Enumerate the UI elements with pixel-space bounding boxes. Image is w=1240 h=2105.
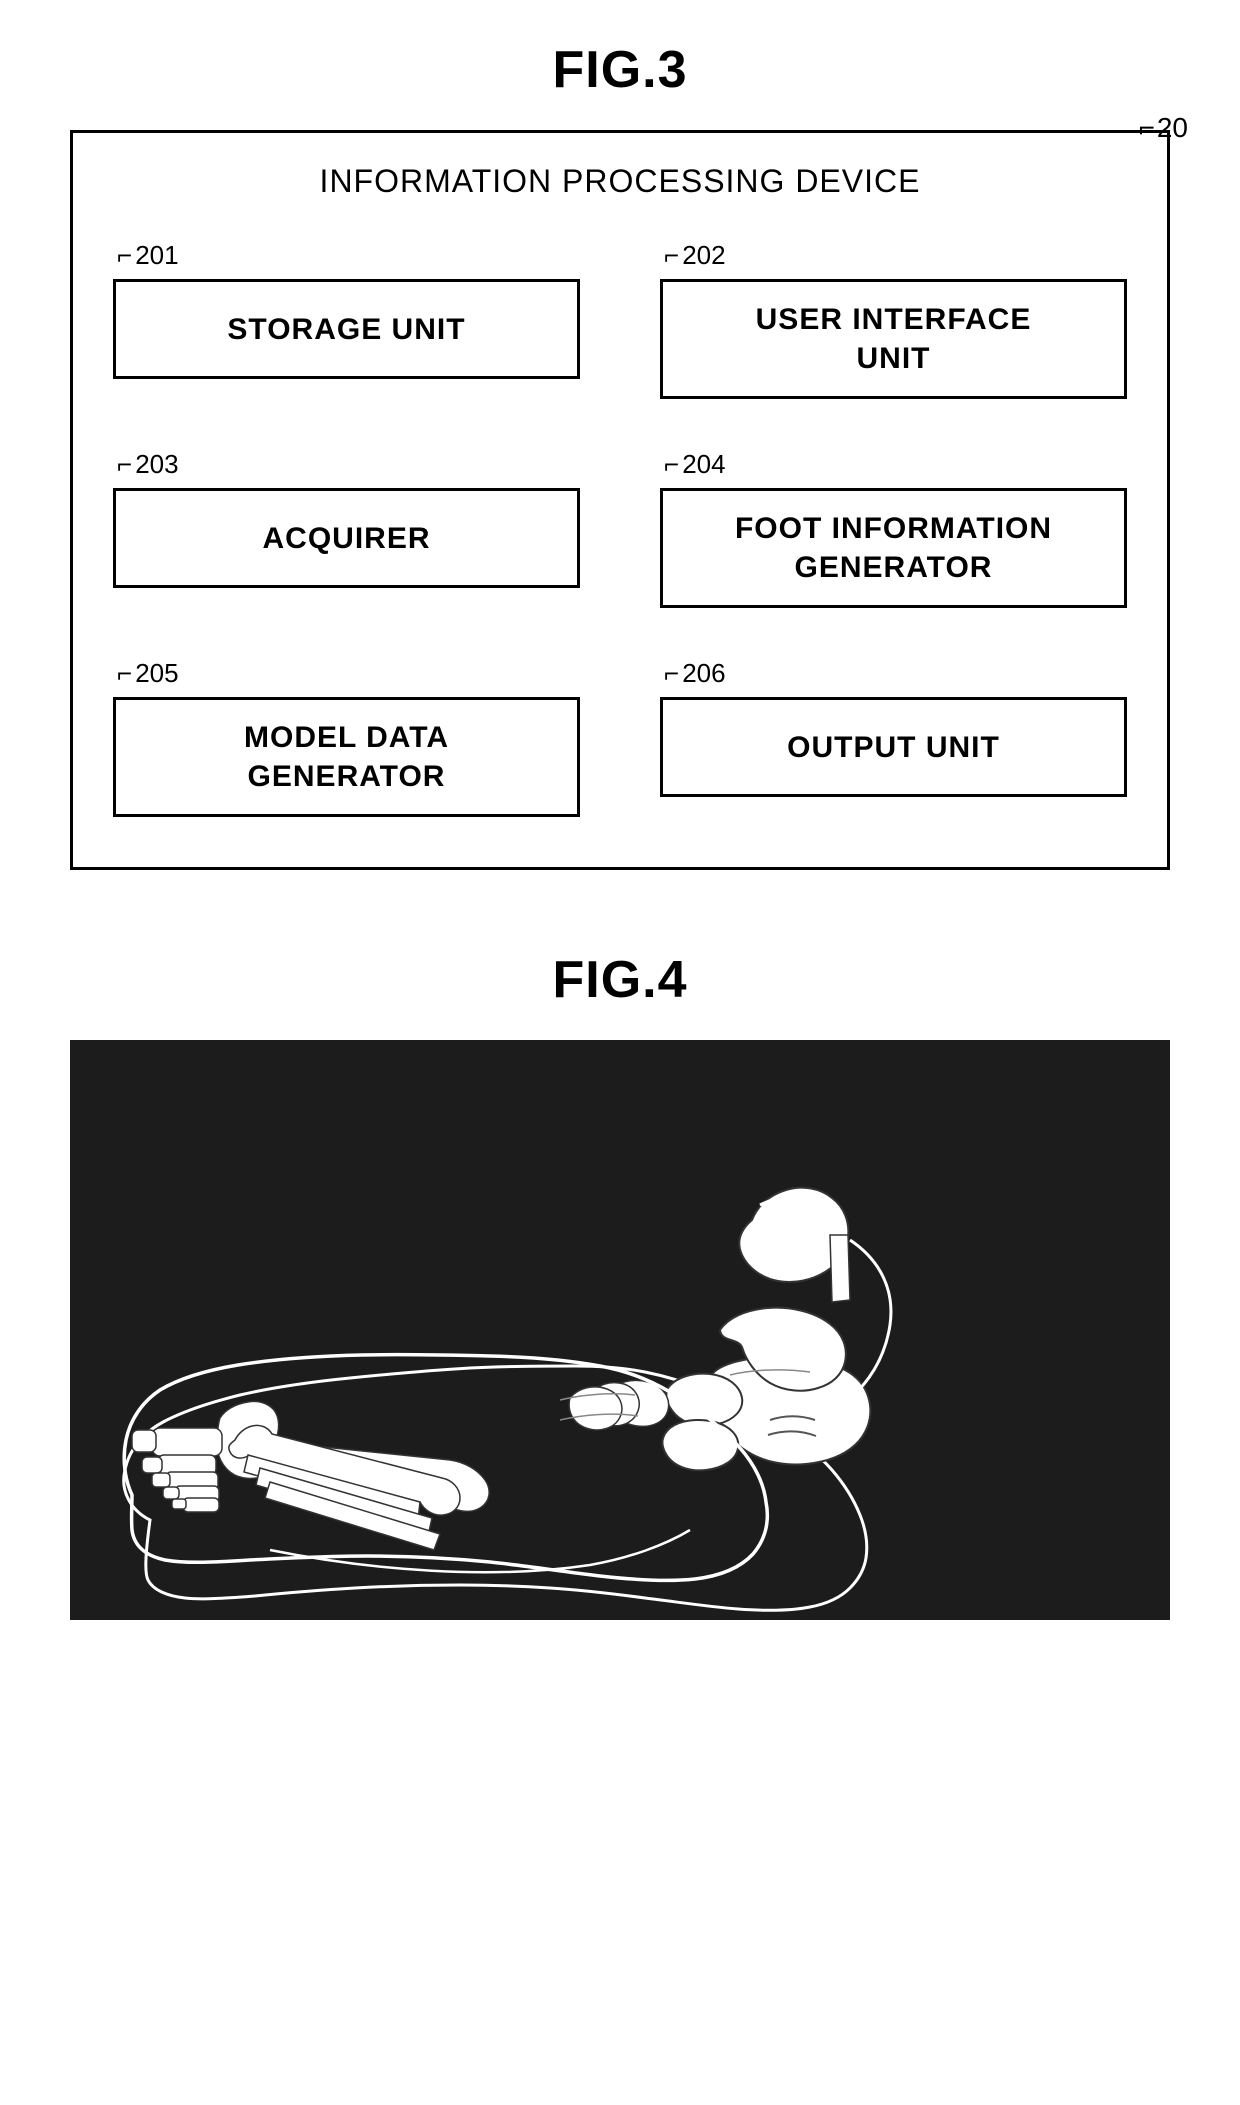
foot-info-generator-label: FOOT INFORMATIONGENERATOR	[735, 509, 1052, 587]
storage-unit-cell: 201 STORAGE UNIT	[113, 240, 580, 399]
output-unit-box: OUTPUT UNIT	[660, 697, 1127, 797]
output-unit-label: OUTPUT UNIT	[787, 728, 1000, 767]
storage-unit-label: STORAGE UNIT	[227, 310, 465, 349]
foot-image-container	[70, 1040, 1170, 1620]
user-interface-unit-cell: 202 USER INTERFACEUNIT	[660, 240, 1127, 399]
foot-info-generator-ref: 204	[664, 449, 726, 480]
user-interface-unit-box: USER INTERFACEUNIT	[660, 279, 1127, 399]
model-data-generator-ref: 205	[117, 658, 179, 689]
outer-box: INFORMATION PROCESSING DEVICE 201 STORAG…	[70, 130, 1170, 870]
acquirer-cell: 203 ACQUIRER	[113, 449, 580, 608]
model-data-generator-label: MODEL DATAGENERATOR	[244, 718, 449, 796]
model-data-generator-box: MODEL DATAGENERATOR	[113, 697, 580, 817]
acquirer-box: ACQUIRER	[113, 488, 580, 588]
acquirer-label: ACQUIRER	[262, 519, 430, 558]
units-grid: 201 STORAGE UNIT 202 USER INTERFACEUNIT …	[113, 240, 1127, 817]
foot-info-generator-cell: 204 FOOT INFORMATIONGENERATOR	[660, 449, 1127, 608]
fig3-diagram: 20 INFORMATION PROCESSING DEVICE 201 STO…	[70, 130, 1170, 870]
fig4-title: FIG.4	[552, 950, 687, 1010]
model-data-generator-cell: 205 MODEL DATAGENERATOR	[113, 658, 580, 817]
storage-unit-ref: 201	[117, 240, 179, 271]
user-interface-unit-label: USER INTERFACEUNIT	[756, 300, 1032, 378]
output-unit-ref: 206	[664, 658, 726, 689]
foot-info-generator-box: FOOT INFORMATIONGENERATOR	[660, 488, 1127, 608]
foot-illustration	[70, 1040, 1170, 1620]
acquirer-ref: 203	[117, 449, 179, 480]
output-unit-cell: 206 OUTPUT UNIT	[660, 658, 1127, 817]
fig3-title: FIG.3	[552, 40, 687, 100]
device-label: INFORMATION PROCESSING DEVICE	[113, 163, 1127, 200]
fig4-section: FIG.4	[70, 950, 1170, 1620]
storage-unit-box: STORAGE UNIT	[113, 279, 580, 379]
user-interface-unit-ref: 202	[664, 240, 726, 271]
